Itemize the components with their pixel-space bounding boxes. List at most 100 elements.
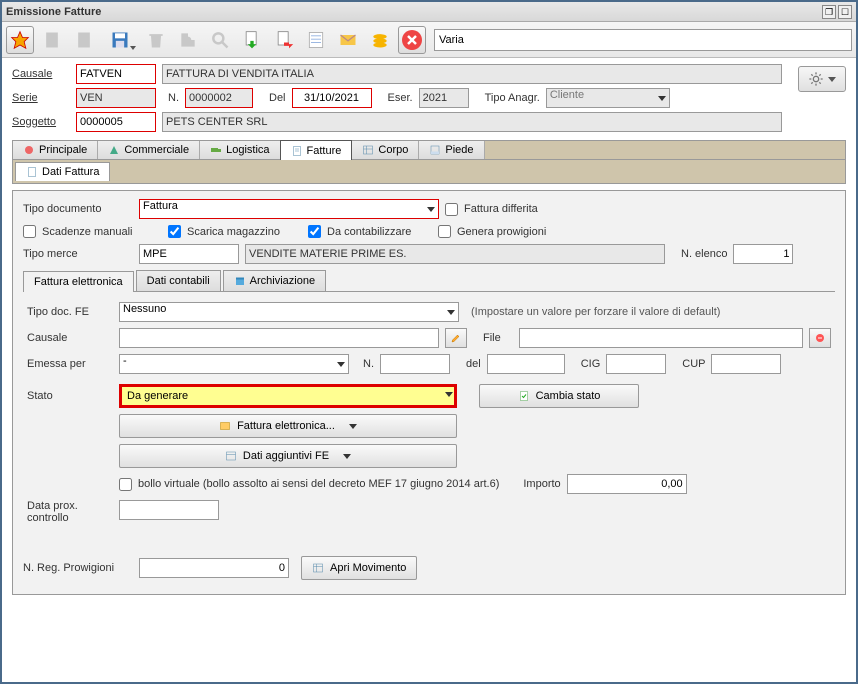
save-button[interactable] (102, 26, 138, 54)
fe-n-label: N. (363, 358, 374, 370)
stato-combo[interactable]: Da generare (119, 384, 457, 408)
maximize-icon[interactable]: ☐ (838, 5, 852, 19)
importo-label: Importo (523, 478, 560, 490)
tab-commerciale[interactable]: Commerciale (98, 141, 200, 159)
tipo-anagr-combo: Cliente (546, 88, 670, 108)
doc-out-button[interactable] (270, 26, 298, 54)
fe-file-label: File (483, 332, 513, 344)
doc2-button[interactable] (70, 26, 98, 54)
titlebar: Emissione Fatture ❐ ☐ (2, 2, 856, 22)
tipo-merce-input[interactable] (139, 244, 239, 264)
eser-input (419, 88, 469, 108)
n-elenco-label: N. elenco (681, 248, 727, 260)
close-button[interactable] (398, 26, 426, 54)
doc1-button[interactable] (38, 26, 66, 54)
cig-input[interactable] (606, 354, 666, 374)
mail-button[interactable] (334, 26, 362, 54)
n-input[interactable] (185, 88, 253, 108)
n-reg-prov-label: N. Reg. Prowigioni (23, 562, 133, 574)
toolbar: Varia (2, 22, 856, 58)
gear-button[interactable] (798, 66, 846, 92)
del-input[interactable] (292, 88, 372, 108)
soggetto-label: Soggetto (12, 116, 70, 128)
tipo-anagr-label: Tipo Anagr. (485, 92, 540, 104)
tab-fatture[interactable]: Fatture (280, 140, 353, 160)
fe-file-delete-icon[interactable] (809, 328, 831, 348)
data-prox-label: Data prox. controllo (27, 500, 113, 524)
scadenze-manuali-check[interactable] (23, 225, 36, 238)
fe-causale-edit-icon[interactable] (445, 328, 467, 348)
inner-tab-fe[interactable]: Fattura elettronica (23, 271, 134, 292)
tab-corpo[interactable]: Corpo (352, 141, 419, 159)
doc-in-button[interactable] (238, 26, 266, 54)
tab-piede[interactable]: Piede (419, 141, 484, 159)
del-label: Del (269, 92, 286, 104)
da-contab-label: Da contabilizzare (327, 226, 432, 238)
apri-movimento-button[interactable]: Apri Movimento (301, 556, 417, 580)
tipo-doc-fe-hint: (Impostare un valore per forzare il valo… (471, 306, 720, 318)
bollo-check[interactable] (119, 478, 132, 491)
fattura-panel: Tipo documento Fattura Fattura differita… (12, 190, 846, 595)
fe-causale-input[interactable] (119, 328, 439, 348)
emessa-per-combo[interactable]: - (119, 354, 349, 374)
cup-input[interactable] (711, 354, 781, 374)
dati-aggiuntivi-button[interactable]: Dati aggiuntivi FE (119, 444, 457, 468)
search-button[interactable] (206, 26, 234, 54)
fe-del-label: del (466, 358, 481, 370)
fattura-differita-label: Fattura differita (464, 203, 538, 215)
tab-logistica[interactable]: Logistica (200, 141, 280, 159)
fe-n-input[interactable] (380, 354, 450, 374)
tipo-doc-combo[interactable]: Fattura (139, 199, 439, 219)
varia-field[interactable]: Varia (434, 29, 852, 51)
subtab-dati-fattura[interactable]: Dati Fattura (15, 162, 110, 181)
trash-button[interactable] (142, 26, 170, 54)
subtab-holder: Dati Fattura (12, 160, 846, 184)
serie-label: Serie (12, 92, 70, 104)
da-contab-check[interactable] (308, 225, 321, 238)
stato-label: Stato (27, 390, 113, 402)
causale-label: Causale (12, 68, 70, 80)
bollo-label: bollo virtuale (bollo assolto ai sensi d… (138, 478, 499, 490)
n-elenco-input[interactable] (733, 244, 793, 264)
data-prox-input[interactable] (119, 500, 219, 520)
genera-prov-check[interactable] (438, 225, 451, 238)
causale-input[interactable] (76, 64, 156, 84)
star-button[interactable] (6, 26, 34, 54)
cig-label: CIG (581, 358, 601, 370)
scarica-mag-label: Scarica magazzino (187, 226, 302, 238)
fattura-differita-check[interactable] (445, 203, 458, 216)
inner-tabs: Fattura elettronica Dati contabili Archi… (23, 270, 835, 292)
list-button[interactable] (302, 26, 330, 54)
coins-button[interactable] (366, 26, 394, 54)
tipo-merce-label: Tipo merce (23, 248, 133, 260)
emessa-per-label: Emessa per (27, 358, 113, 370)
cambia-stato-button[interactable]: Cambia stato (479, 384, 639, 408)
scadenze-manuali-label: Scadenze manuali (42, 226, 162, 238)
cup-label: CUP (682, 358, 705, 370)
restore-icon[interactable]: ❐ (822, 5, 836, 19)
window-title: Emissione Fatture (6, 6, 822, 18)
fe-file-input[interactable] (519, 328, 803, 348)
fe-del-input[interactable] (487, 354, 565, 374)
tipo-merce-desc (245, 244, 665, 264)
fe-causale-label: Causale (27, 332, 113, 344)
tab-principale[interactable]: Principale (13, 141, 98, 159)
window-controls: ❐ ☐ (822, 5, 852, 19)
inner-tab-archiviazione[interactable]: Archiviazione (223, 270, 326, 291)
importo-input[interactable] (567, 474, 687, 494)
main-tabs: Principale Commerciale Logistica Fatture… (12, 140, 846, 160)
scarica-mag-check[interactable] (168, 225, 181, 238)
tipo-doc-fe-combo[interactable]: Nessuno (119, 302, 459, 322)
puzzle-button[interactable] (174, 26, 202, 54)
serie-input[interactable] (76, 88, 156, 108)
n-reg-prov-input[interactable] (139, 558, 289, 578)
n-label: N. (168, 92, 179, 104)
soggetto-input[interactable] (76, 112, 156, 132)
tipo-doc-label: Tipo documento (23, 203, 133, 215)
fattura-elettronica-button[interactable]: Fattura elettronica... (119, 414, 457, 438)
inner-tab-dati-contabili[interactable]: Dati contabili (136, 270, 221, 291)
soggetto-desc (162, 112, 782, 132)
causale-desc (162, 64, 782, 84)
genera-prov-label: Genera prowigioni (457, 226, 546, 238)
eser-label: Eser. (388, 92, 413, 104)
